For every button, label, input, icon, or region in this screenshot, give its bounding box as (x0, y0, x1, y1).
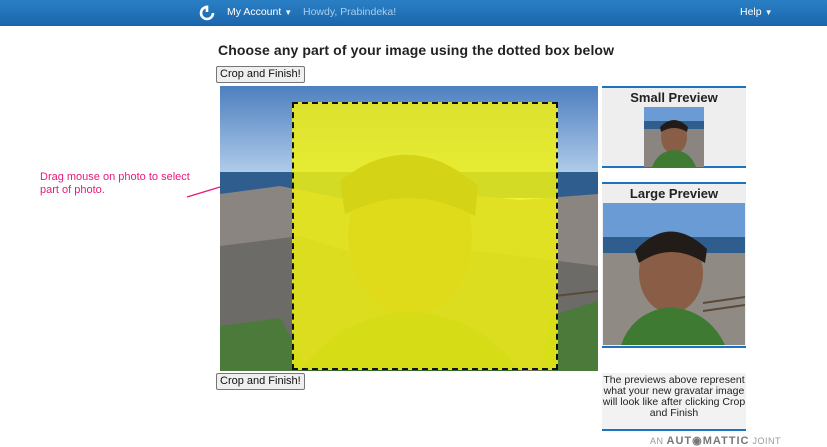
large-preview-image (603, 203, 745, 345)
small-preview-image (644, 107, 704, 167)
my-account-menu[interactable]: My Account ▼ (227, 6, 292, 18)
automattic-footer-logo: AN AUT◉MATTIC JOINT (650, 434, 781, 447)
small-preview-panel: Small Preview (602, 86, 746, 168)
greeting-text: Howdy, Prabindeka! (303, 6, 397, 18)
page-title: Choose any part of your image using the … (218, 42, 615, 58)
help-label: Help (740, 6, 762, 18)
large-preview-title: Large Preview (629, 186, 719, 201)
footer-suffix: JOINT (752, 436, 781, 446)
help-menu[interactable]: Help ▼ (740, 6, 773, 18)
chevron-down-icon: ▼ (284, 8, 293, 17)
large-preview-panel: Large Preview (602, 182, 746, 348)
gravatar-logo-icon[interactable] (198, 4, 216, 22)
small-preview-title: Small Preview (630, 90, 718, 105)
instruction-annotation: Drag mouse on photo to select part of ph… (40, 171, 190, 196)
crop-selection-box[interactable] (292, 102, 558, 370)
chevron-down-icon: ▼ (764, 8, 773, 17)
preview-explanation: The previews above represent what your n… (602, 373, 746, 431)
footer-prefix: AN (650, 436, 664, 446)
crop-and-finish-button-top[interactable]: Crop and Finish! (216, 66, 305, 83)
my-account-label: My Account (227, 6, 282, 18)
top-bar: My Account ▼ Howdy, Prabindeka! Help ▼ (0, 0, 827, 26)
crop-and-finish-button-bottom[interactable]: Crop and Finish! (216, 373, 305, 390)
footer-brand: AUT◉MATTIC (666, 435, 750, 447)
